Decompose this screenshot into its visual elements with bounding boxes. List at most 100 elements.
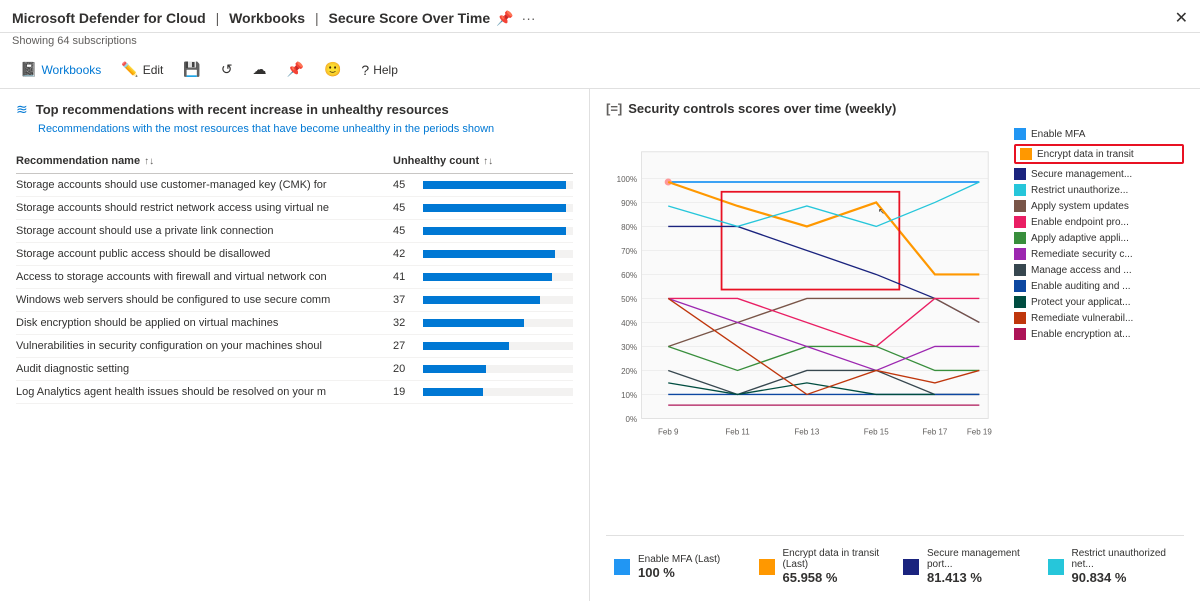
svg-text:10%: 10% — [621, 391, 637, 400]
page-title: Secure Score Over Time — [329, 10, 491, 26]
pin-icon[interactable]: 📌 — [496, 10, 513, 27]
bar-container — [423, 273, 573, 281]
svg-text:60%: 60% — [621, 271, 637, 280]
legend-label-enable-auditing: Enable auditing and ... — [1031, 281, 1131, 292]
legend-color-enable-endpoint — [1014, 216, 1026, 228]
legend-item-remediate-vuln[interactable]: Remediate vulnerabil... — [1014, 312, 1184, 324]
summary-item-transit: Encrypt data in transit (Last) 65.958 % — [751, 544, 896, 589]
svg-text:↖: ↖ — [878, 207, 885, 216]
svg-text:100%: 100% — [617, 175, 637, 184]
edit-label: Edit — [143, 63, 164, 77]
legend-color-protect-app — [1014, 296, 1026, 308]
count-cell: 32 — [393, 317, 573, 329]
more-icon[interactable]: ··· — [522, 10, 536, 27]
summary-color-restrict — [1048, 559, 1064, 575]
save-button[interactable]: 💾 — [175, 57, 208, 82]
close-button[interactable]: ✕ — [1175, 8, 1188, 28]
legend-item-secure-mgmt[interactable]: Secure management... — [1014, 168, 1184, 180]
summary-color-transit — [759, 559, 775, 575]
legend-item-apply-adaptive[interactable]: Apply adaptive appli... — [1014, 232, 1184, 244]
section-icon: ≋ — [16, 101, 28, 118]
legend-item-remediate-sec[interactable]: Remediate security c... — [1014, 248, 1184, 260]
summary-color-secure-mgmt — [903, 559, 919, 575]
table-row: Log Analytics agent health issues should… — [16, 381, 573, 404]
refresh-icon: ↺ — [221, 61, 233, 78]
legend-label-manage-access: Manage access and ... — [1031, 265, 1132, 276]
bar — [423, 250, 555, 258]
svg-text:90%: 90% — [621, 199, 637, 208]
legend-label-remediate-sec: Remediate security c... — [1031, 249, 1133, 260]
summary-text-transit: Encrypt data in transit (Last) 65.958 % — [783, 548, 888, 585]
legend-label-secure-mgmt: Secure management... — [1031, 169, 1132, 180]
svg-text:50%: 50% — [621, 295, 637, 304]
workbooks-icon: 📓 — [20, 61, 37, 78]
bar-container — [423, 388, 573, 396]
col-count-header: Unhealthy count ↑↓ — [393, 155, 573, 167]
table-row: Disk encryption should be applied on vir… — [16, 312, 573, 335]
table-row: Storage accounts should restrict network… — [16, 197, 573, 220]
bar — [423, 296, 540, 304]
svg-text:30%: 30% — [621, 343, 637, 352]
sort-name-icon[interactable]: ↑↓ — [144, 156, 154, 167]
svg-text:80%: 80% — [621, 223, 637, 232]
count-cell: 37 — [393, 294, 573, 306]
main-content: ≋ Top recommendations with recent increa… — [0, 89, 1200, 601]
legend-color-apply-adaptive — [1014, 232, 1026, 244]
legend-item-encrypt-transit[interactable]: Encrypt data in transit — [1014, 144, 1184, 164]
legend-color-encrypt-transit — [1020, 148, 1032, 160]
legend-label-restrict-unauth: Restrict unauthorize... — [1031, 185, 1128, 196]
sort-count-icon[interactable]: ↑↓ — [483, 156, 493, 167]
legend-color-apply-system — [1014, 200, 1026, 212]
summary-label-secure-mgmt: Secure management port... — [927, 548, 1032, 570]
svg-text:20%: 20% — [621, 367, 637, 376]
help-button[interactable]: ? Help — [353, 58, 405, 82]
section-name: Workbooks — [229, 10, 305, 26]
table-row: Access to storage accounts with firewall… — [16, 266, 573, 289]
refresh-button[interactable]: ↺ — [213, 57, 241, 82]
pin-button[interactable]: 📌 — [279, 57, 312, 82]
cloud-button[interactable]: ☁ — [245, 57, 275, 82]
rec-name: Disk encryption should be applied on vir… — [16, 317, 393, 329]
sep2: | — [315, 10, 319, 26]
summary-label-restrict: Restrict unauthorized net... — [1072, 548, 1177, 570]
count-number: 45 — [393, 179, 415, 191]
count-number: 42 — [393, 248, 415, 260]
rec-name: Audit diagnostic setting — [16, 363, 393, 375]
legend-item-enable-mfa[interactable]: Enable MFA — [1014, 128, 1184, 140]
summary-text-secure-mgmt: Secure management port... 81.413 % — [927, 548, 1032, 585]
edit-button[interactable]: ✏️ Edit — [113, 57, 171, 82]
legend-item-enable-endpoint[interactable]: Enable endpoint pro... — [1014, 216, 1184, 228]
bar-container — [423, 204, 573, 212]
legend-label-remediate-vuln: Remediate vulnerabil... — [1031, 313, 1133, 324]
legend-item-enable-auditing[interactable]: Enable auditing and ... — [1014, 280, 1184, 292]
summary-text-restrict: Restrict unauthorized net... 90.834 % — [1072, 548, 1177, 585]
legend-label-enable-encrypt: Enable encryption at... — [1031, 329, 1131, 340]
legend-label-protect-app: Protect your applicat... — [1031, 297, 1131, 308]
svg-text:Feb 15: Feb 15 — [864, 427, 889, 436]
legend-item-apply-system[interactable]: Apply system updates — [1014, 200, 1184, 212]
edit-icon: ✏️ — [121, 61, 138, 78]
chart-title-icon: [=] — [606, 101, 622, 116]
legend-item-restrict-unauth[interactable]: Restrict unauthorize... — [1014, 184, 1184, 196]
emoji-button[interactable]: 🙂 — [316, 57, 349, 82]
count-cell: 45 — [393, 179, 573, 191]
chart-svg: 100% 90% 80% 70% 60% 50% 40% 30% 20% 10%… — [606, 124, 1006, 464]
svg-text:40%: 40% — [621, 319, 637, 328]
help-icon: ? — [361, 62, 369, 78]
bar-container — [423, 227, 573, 235]
legend-item-enable-encrypt[interactable]: Enable encryption at... — [1014, 328, 1184, 340]
count-number: 45 — [393, 225, 415, 237]
legend-color-enable-encrypt — [1014, 328, 1026, 340]
workbooks-button[interactable]: 📓 Workbooks — [12, 57, 109, 82]
summary-item-restrict: Restrict unauthorized net... 90.834 % — [1040, 544, 1185, 589]
table-row: Storage accounts should use customer-man… — [16, 174, 573, 197]
summary-label-transit: Encrypt data in transit (Last) — [783, 548, 888, 570]
legend-item-protect-app[interactable]: Protect your applicat... — [1014, 296, 1184, 308]
count-cell: 19 — [393, 386, 573, 398]
svg-text:Feb 9: Feb 9 — [658, 427, 679, 436]
rec-name: Access to storage accounts with firewall… — [16, 271, 393, 283]
count-number: 41 — [393, 271, 415, 283]
legend-item-manage-access[interactable]: Manage access and ... — [1014, 264, 1184, 276]
legend-label-apply-adaptive: Apply adaptive appli... — [1031, 233, 1129, 244]
title-left: Microsoft Defender for Cloud | Workbooks… — [12, 10, 536, 27]
